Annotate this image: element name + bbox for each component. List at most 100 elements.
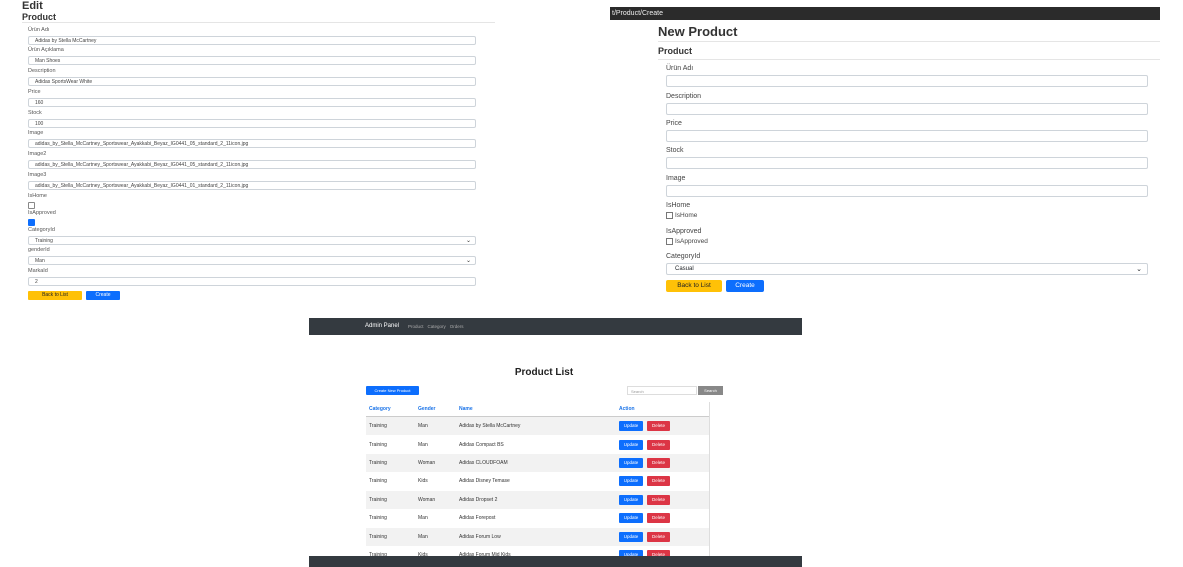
field-label: Ürün Adı	[666, 65, 694, 72]
chevron-down-icon: ⌄	[465, 238, 471, 244]
urun-aciklama-input[interactable]: Man Shoes	[28, 56, 476, 65]
stock-input[interactable]	[666, 157, 1148, 169]
image3-input[interactable]: adidas_by_Stella_McCartney_Sportswear_Ay…	[28, 181, 476, 190]
field-stock: Stock	[666, 146, 1148, 169]
price-input[interactable]	[666, 130, 1148, 142]
divider	[22, 22, 495, 23]
chevron-down-icon: ⌄	[465, 258, 471, 264]
markaid-input[interactable]: 2	[28, 277, 476, 286]
cell-category: Training	[369, 423, 387, 429]
update-button[interactable]: Update	[619, 495, 643, 505]
delete-button[interactable]: Delete	[647, 476, 670, 486]
field-urun-adi: Ürün Adı Adidas by Stella McCartney	[28, 27, 476, 45]
admin-navbar: Admin Panel Product Category Orders	[309, 318, 802, 335]
back-to-list-button[interactable]: Back to List	[666, 280, 722, 292]
search-button[interactable]: Search	[698, 386, 723, 395]
stock-input[interactable]: 100	[28, 119, 476, 128]
categoryid-select[interactable]: Training ⌄	[28, 236, 476, 245]
edit-subtitle: Product	[22, 12, 57, 22]
nav-category[interactable]: Category	[428, 318, 446, 335]
table-scrollbar[interactable]	[709, 402, 723, 567]
urun-adi-input[interactable]	[666, 75, 1148, 87]
field-isapproved: IsApproved IsApproved	[666, 227, 1148, 245]
table-header: Category Gender Name Action	[366, 402, 709, 417]
field-label: Ürün Adı	[28, 27, 50, 33]
field-categoryid: CategoryId Training ⌄	[28, 227, 476, 245]
field-urun-aciklama: Ürün Açıklama Man Shoes	[28, 47, 476, 65]
isapproved-checkbox[interactable]	[666, 238, 673, 245]
description-input[interactable]	[666, 103, 1148, 115]
delete-button[interactable]: Delete	[647, 440, 670, 450]
update-button[interactable]: Update	[619, 476, 643, 486]
update-button[interactable]: Update	[619, 440, 643, 450]
cell-gender: Man	[418, 442, 428, 448]
nav-orders[interactable]: Orders	[450, 318, 464, 335]
select-value: Casual	[675, 266, 694, 272]
header-category: Category	[369, 406, 391, 412]
field-genderid: genderId Man ⌄	[28, 247, 476, 265]
field-label: IsHome	[666, 202, 691, 209]
cell-name: Adidas Forepost	[459, 515, 496, 521]
field-label: CategoryId	[666, 253, 701, 260]
field-markaid: MarkaId 2	[28, 268, 476, 286]
cell-category: Training	[369, 497, 387, 503]
image2-input[interactable]: adidas_by_Stella_McCartney_Sportswear_Ay…	[28, 160, 476, 169]
genderid-select[interactable]: Man ⌄	[28, 256, 476, 265]
field-categoryid: CategoryId Casual ⌄	[666, 252, 1148, 275]
field-description: Description	[666, 92, 1148, 115]
image-input[interactable]	[666, 185, 1148, 197]
create-button[interactable]: Create	[726, 280, 764, 292]
cell-category: Training	[369, 515, 387, 521]
create-new-product-button[interactable]: Create New Product	[366, 386, 419, 395]
table-row: Training Woman Adidas Dropset 2 Update D…	[366, 491, 709, 509]
field-label: Image2	[28, 151, 47, 157]
header-gender: Gender	[418, 406, 436, 412]
nav-product[interactable]: Product	[408, 318, 424, 335]
back-to-list-button[interactable]: Back to List	[28, 291, 82, 300]
delete-button[interactable]: Delete	[647, 421, 670, 431]
field-label: Description	[666, 93, 702, 100]
create-button[interactable]: Create	[86, 291, 120, 300]
field-label: IsApproved	[666, 228, 702, 235]
table-row: Training Woman Adidas CLOUDFOAM Update D…	[366, 454, 709, 472]
price-input[interactable]: 160	[28, 98, 476, 107]
field-label: Stock	[28, 110, 42, 116]
cell-name: Adidas Dropset 2	[459, 497, 498, 503]
isapproved-checkbox[interactable]	[28, 219, 35, 226]
update-button[interactable]: Update	[619, 421, 643, 431]
ishome-checkbox[interactable]	[28, 202, 35, 209]
delete-button[interactable]: Delete	[647, 495, 670, 505]
ishome-option[interactable]: IsHome	[666, 212, 1148, 219]
update-button[interactable]: Update	[619, 532, 643, 542]
product-list-page: Admin Panel Product Category Orders Prod…	[309, 318, 802, 567]
table-row: Training Man Adidas by Stella McCartney …	[366, 417, 709, 435]
field-label: Image	[666, 175, 686, 182]
field-label: MarkaId	[28, 268, 48, 274]
isapproved-option[interactable]: IsApproved	[666, 238, 1148, 245]
field-stock: Stock 100	[28, 110, 476, 128]
select-value: Man	[35, 258, 45, 264]
new-subtitle: Product	[658, 46, 693, 56]
categoryid-select[interactable]: Casual ⌄	[666, 263, 1148, 275]
field-description: Description Adidas SportsWear White	[28, 68, 476, 86]
ishome-checkbox[interactable]	[666, 212, 673, 219]
update-button[interactable]: Update	[619, 513, 643, 523]
delete-button[interactable]: Delete	[647, 458, 670, 468]
description-input[interactable]: Adidas SportsWear White	[28, 77, 476, 86]
table-row: Training Man Adidas Forum Low Update Del…	[366, 528, 709, 546]
field-price: Price	[666, 119, 1148, 142]
update-button[interactable]: Update	[619, 458, 643, 468]
field-label: Price	[666, 120, 682, 127]
urun-adi-input[interactable]: Adidas by Stella McCartney	[28, 36, 476, 45]
delete-button[interactable]: Delete	[647, 532, 670, 542]
url-bar: t/Product/Create	[610, 7, 1160, 20]
cell-name: Adidas Forum Low	[459, 534, 501, 540]
header-action: Action	[619, 406, 635, 412]
brand-link[interactable]: Admin Panel	[365, 318, 399, 335]
delete-button[interactable]: Delete	[647, 513, 670, 523]
search-input[interactable]: Search	[627, 386, 697, 395]
table-row: Training Man Adidas Forepost Update Dele…	[366, 509, 709, 527]
image-input[interactable]: adidas_by_Stella_McCartney_Sportswear_Ay…	[28, 139, 476, 148]
field-image2: Image2 adidas_by_Stella_McCartney_Sports…	[28, 151, 476, 169]
field-ishome: IsHome IsHome	[666, 201, 1148, 219]
